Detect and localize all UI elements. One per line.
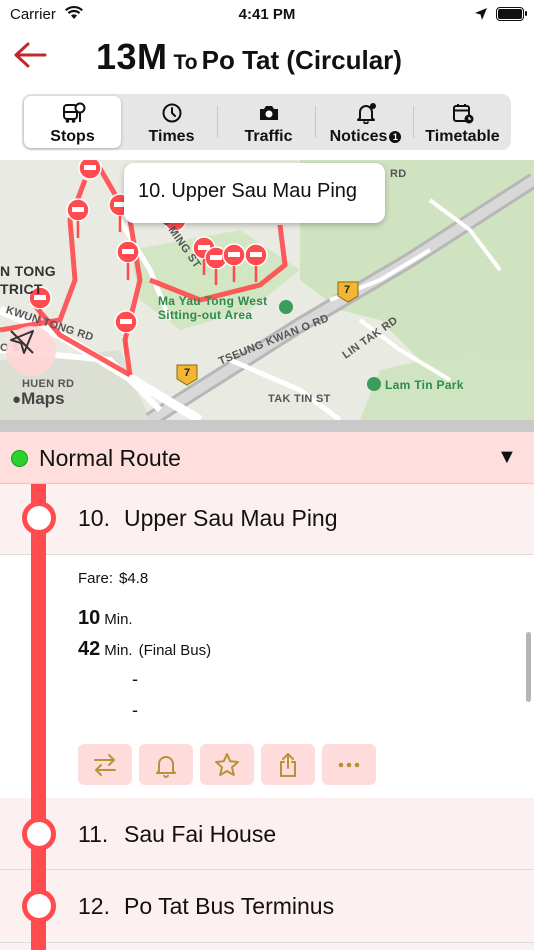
eta-row: 10 Min. bbox=[78, 607, 133, 629]
scrollbar[interactable] bbox=[526, 632, 531, 702]
route-status-dot bbox=[11, 450, 28, 467]
route-line bbox=[31, 484, 46, 950]
route-number: 13M bbox=[96, 36, 168, 77]
stop-name: 11. Sau Fai House bbox=[78, 821, 277, 847]
page-title: 13M To Po Tat (Circular) bbox=[96, 36, 402, 78]
tab-separator bbox=[315, 106, 316, 138]
tab-times[interactable]: Times bbox=[123, 94, 220, 150]
tab-timetable-label: Timetable bbox=[425, 128, 500, 145]
apple-icon: ● bbox=[12, 391, 22, 408]
stop-name: 12. Po Tat Bus Terminus bbox=[78, 893, 335, 919]
section-divider bbox=[0, 420, 534, 432]
map-label: Lam Tin Park bbox=[385, 378, 464, 392]
battery-icon bbox=[496, 7, 527, 21]
star-icon bbox=[215, 752, 239, 776]
back-arrow-icon[interactable] bbox=[12, 38, 48, 72]
map-label: Ma Yau Tong West bbox=[158, 294, 268, 308]
tab-traffic[interactable]: Traffic bbox=[220, 94, 317, 150]
more-button[interactable] bbox=[322, 744, 376, 785]
bell-icon bbox=[356, 103, 376, 124]
map-label: TAK TIN ST bbox=[268, 393, 331, 405]
tab-timetable[interactable]: Timetable bbox=[414, 94, 511, 150]
location-toggle-button[interactable] bbox=[6, 326, 56, 376]
stop-row[interactable]: 11. Sau Fai House bbox=[0, 798, 534, 870]
bell-icon bbox=[156, 755, 176, 778]
route-variant-header[interactable]: Normal Route ▼ bbox=[0, 432, 534, 484]
to-label: To bbox=[173, 51, 198, 74]
stop-marker bbox=[22, 817, 56, 851]
swap-icon bbox=[94, 753, 116, 776]
segmented-tabs: Stops Times Traffic Notices 1 Timetable bbox=[22, 94, 511, 150]
stop-row[interactable] bbox=[0, 943, 534, 950]
collapse-triangle-icon: ▼ bbox=[497, 446, 517, 468]
maps-attribution: ●Maps bbox=[12, 389, 65, 408]
tab-traffic-label: Traffic bbox=[244, 128, 293, 145]
location-off-icon bbox=[10, 330, 34, 354]
tab-stops-label: Stops bbox=[50, 128, 95, 145]
destination-label: Po Tat (Circular) bbox=[201, 45, 402, 75]
map-label: RD bbox=[390, 168, 407, 180]
stop-marker bbox=[22, 501, 56, 535]
tab-notices-label: Notices 1 bbox=[317, 128, 414, 146]
route-shield: 7 bbox=[344, 284, 351, 296]
alert-button[interactable] bbox=[139, 744, 193, 785]
map-callout[interactable]: 10. Upper Sau Mau Ping bbox=[124, 163, 385, 223]
swap-direction-button[interactable] bbox=[78, 744, 132, 785]
location-arrow-icon bbox=[475, 8, 487, 20]
route-shield: 7 bbox=[184, 367, 191, 379]
tab-separator bbox=[217, 106, 218, 138]
eta-placeholder: - bbox=[132, 669, 138, 689]
status-bar: Carrier 4:41 PM bbox=[0, 0, 534, 30]
stop-name: 10. Upper Sau Mau Ping bbox=[78, 505, 338, 531]
tab-times-label: Times bbox=[148, 128, 195, 145]
eta-row: 42 Min. (Final Bus) bbox=[78, 638, 212, 660]
map-label: TRICT bbox=[0, 281, 43, 297]
stop-row[interactable]: 12. Po Tat Bus Terminus bbox=[0, 870, 534, 943]
eta-placeholder: - bbox=[132, 700, 138, 720]
camera-icon bbox=[259, 106, 278, 120]
stop-row[interactable]: 10. Upper Sau Mau Ping bbox=[0, 484, 534, 555]
map-label: N TONG bbox=[0, 263, 56, 279]
tab-notices[interactable]: Notices 1 bbox=[317, 94, 414, 150]
tab-separator bbox=[413, 106, 414, 138]
stop-actions bbox=[78, 744, 376, 785]
notices-badge: 1 bbox=[389, 131, 402, 143]
favorite-button[interactable] bbox=[200, 744, 254, 785]
calendar-icon bbox=[452, 104, 473, 124]
share-button[interactable] bbox=[261, 744, 315, 785]
route-variant-name: Normal Route bbox=[39, 445, 181, 471]
share-icon bbox=[280, 752, 296, 777]
more-icon bbox=[338, 762, 360, 767]
stop-detail-panel: Fare: $4.8 10 Min. 42 Min. (Final Bus) - - bbox=[0, 555, 534, 798]
map-label: Sitting-out Area bbox=[158, 308, 253, 322]
clock-time: 4:41 PM bbox=[238, 6, 296, 23]
bus-stop-icon bbox=[62, 102, 85, 123]
fare-info: Fare: $4.8 bbox=[78, 570, 149, 587]
stop-marker bbox=[22, 889, 56, 923]
nav-header: 13M To Po Tat (Circular) bbox=[0, 30, 534, 88]
tab-stops[interactable]: Stops bbox=[24, 96, 121, 148]
clock-icon bbox=[162, 103, 181, 123]
